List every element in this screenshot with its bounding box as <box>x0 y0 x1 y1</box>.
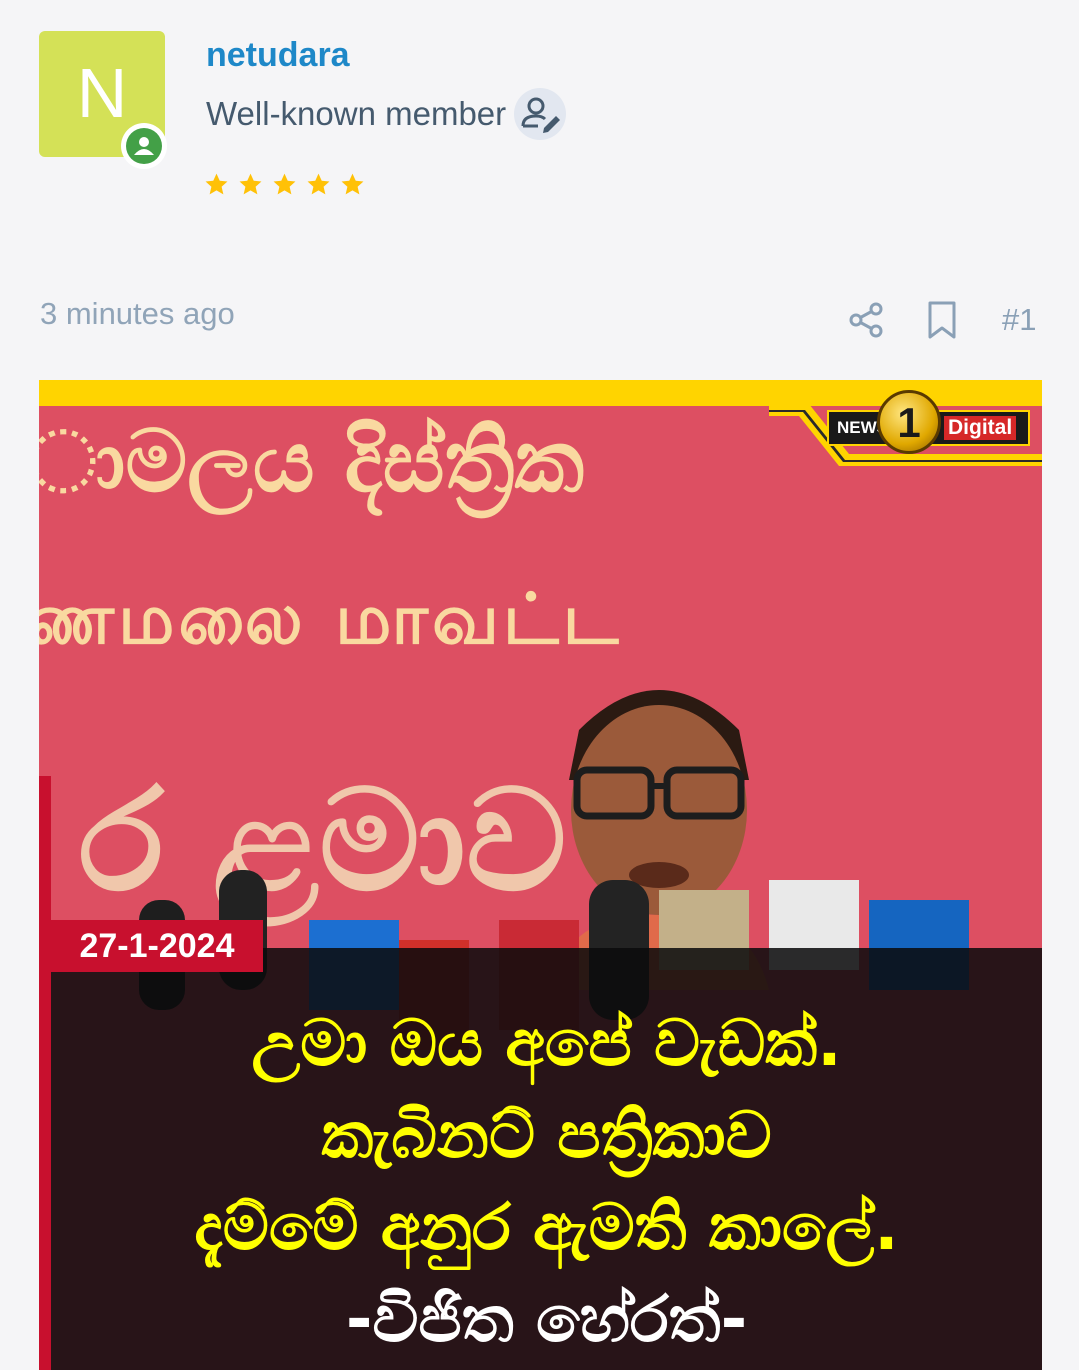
star-icon <box>205 173 228 195</box>
logo-emblem: 1 <box>877 390 941 454</box>
member-title-text: Well-known member <box>206 95 507 132</box>
post-number-link[interactable]: #1 <box>1002 302 1036 338</box>
member-title: Well-known member <box>206 88 567 140</box>
share-icon[interactable] <box>846 300 886 340</box>
star-icon <box>341 173 364 195</box>
avatar[interactable]: N <box>39 31 167 169</box>
rating-stars <box>204 172 365 197</box>
online-status-badge <box>121 123 167 169</box>
bookmark-icon[interactable] <box>924 300 960 340</box>
headline-line-3: දැම්මේ අනුර ඇමති කාලේ. <box>194 1191 899 1265</box>
username-link[interactable]: netudara <box>206 36 350 75</box>
headline-attribution: -විජිත හේරත්- <box>345 1283 748 1357</box>
star-icon <box>307 173 330 195</box>
star-icon <box>239 173 262 195</box>
post-image[interactable]: ාමලය දිස්ත්‍රික ணமலை மாவட்ட ර ළමාව NEWS … <box>39 380 1042 1370</box>
online-indicator-icon <box>126 128 162 164</box>
star-icon <box>273 173 296 195</box>
logo-digital-text: Digital <box>944 416 1017 440</box>
headline-line-2: කැබිනට් පත්‍රිකාව <box>321 1099 772 1173</box>
post-timestamp[interactable]: 3 minutes ago <box>40 296 235 332</box>
avatar-letter: N <box>76 54 128 132</box>
banner-text-tamil: ணமலை மாவட்ட <box>39 578 623 660</box>
accent-stripe <box>39 776 51 1370</box>
news-date: 27-1-2024 <box>51 920 263 972</box>
headline-line-1: උමා ඔය අපේ වැඩක්. <box>251 1007 842 1081</box>
user-edit-icon <box>514 88 567 140</box>
logo-number: 1 <box>897 399 921 446</box>
